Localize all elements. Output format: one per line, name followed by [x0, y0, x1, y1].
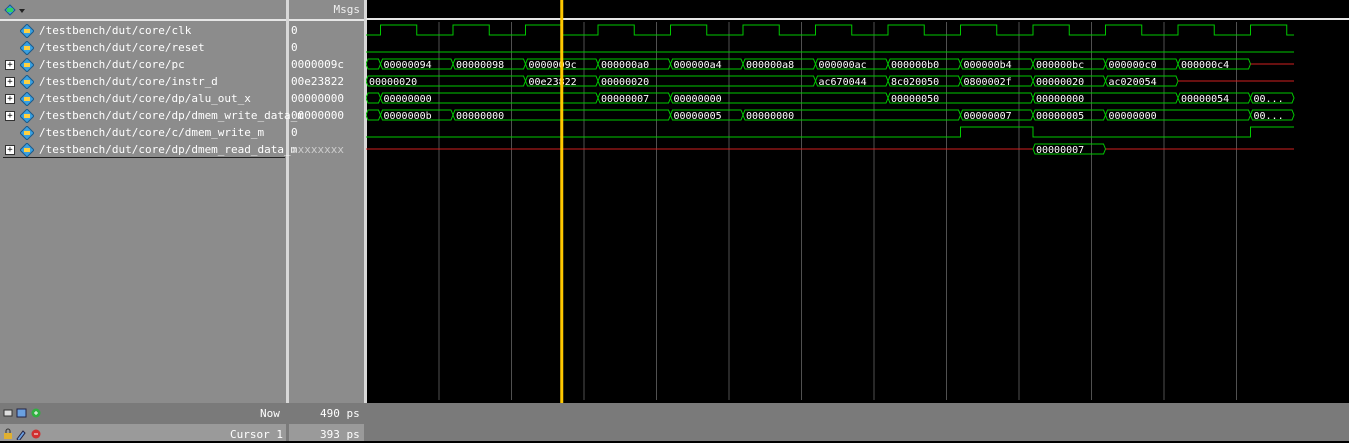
signal-row[interactable]: + /testbench/dut/core/pc: [0, 56, 286, 73]
pc-label: 000000b4: [964, 60, 1012, 71]
signal-value: 0: [291, 126, 298, 139]
value-pane-header: Msgs: [289, 0, 364, 21]
pc-label: 00000098: [456, 60, 504, 71]
now-value: 490 ps: [320, 407, 360, 420]
alu-out-x-segment: [366, 92, 382, 104]
expand-icon[interactable]: +: [5, 94, 15, 104]
instr-d-label: 00000020: [601, 77, 649, 88]
signal-name: /testbench/dut/core/c/dmem_write_m: [39, 126, 265, 139]
pc-label: 000000bc: [1036, 60, 1084, 71]
alu-out-x-label: 00000007: [601, 94, 649, 105]
dmem-write-data-m-label: 00000007: [964, 111, 1012, 122]
signal-name: /testbench/dut/core/reset: [39, 41, 205, 54]
signal-type-icon: [20, 126, 34, 140]
zoom-icon[interactable]: [3, 409, 13, 417]
expand-icon[interactable]: +: [5, 111, 15, 121]
signal-row[interactable]: /testbench/dut/core/reset: [0, 39, 286, 56]
signal-value: 0: [291, 24, 298, 37]
signal-name: /testbench/dut/core/dp/dmem_read_data_m: [39, 143, 298, 156]
dmem-write-data-m-label: 00000000: [456, 111, 504, 122]
pc-label: 000000ac: [819, 60, 867, 71]
dmem-write-data-m-label: 00000000: [1109, 111, 1157, 122]
pc-label: 00000094: [384, 60, 432, 71]
pane-divider-left[interactable]: [286, 0, 289, 441]
instr-d-label: 0800002f: [964, 77, 1012, 88]
signal-name: /testbench/dut/core/instr_d: [39, 75, 218, 88]
instr-d-label: ac670044: [819, 77, 867, 88]
signal-value: 0: [291, 41, 298, 54]
alu-out-x-label: 00000000: [1036, 94, 1084, 105]
dmem-write-data-m-label: 0000000b: [384, 111, 432, 122]
now-row-icons: [3, 407, 47, 422]
name-pane-header: [0, 0, 286, 21]
signal-row[interactable]: + /testbench/dut/core/dp/alu_out_x: [0, 90, 286, 107]
instr-d-label: 00000020: [1036, 77, 1084, 88]
signal-type-icon: [20, 58, 34, 72]
instr-d-label: 00e23822: [529, 77, 577, 88]
pc-label: 000000b0: [891, 60, 939, 71]
dmem-write-data-m-label: 00000005: [1036, 111, 1084, 122]
pc-label: 000000a8: [746, 60, 794, 71]
signal-row[interactable]: + /testbench/dut/core/dp/dmem_read_data_m: [0, 141, 297, 158]
signal-type-icon: [20, 75, 34, 89]
now-label: Now: [260, 407, 280, 420]
pc-label: 0000009c: [529, 60, 577, 71]
signal-value: xxxxxxxx: [291, 143, 344, 156]
add-icon[interactable]: [31, 408, 41, 418]
expand-icon[interactable]: +: [5, 77, 15, 87]
alu-out-x-label: 00000050: [891, 94, 939, 105]
instr-d-label: 00000020: [369, 77, 417, 88]
list-icon[interactable]: [16, 408, 27, 418]
dmem-write-m-wave: [366, 126, 1294, 138]
instr-d-label: 8c020050: [891, 77, 939, 88]
signal-name: /testbench/dut/core/clk: [39, 24, 192, 37]
signal-row[interactable]: /testbench/dut/core/c/dmem_write_m: [0, 124, 286, 141]
edit-cursor-icon[interactable]: [16, 430, 26, 442]
signal-value: 00e23822: [291, 75, 344, 88]
signal-value: 00000000: [291, 109, 344, 122]
clk-wave: [366, 24, 1294, 36]
signal-value: 0000009c: [291, 58, 344, 71]
pc-label: 000000a0: [601, 60, 649, 71]
alu-out-x-label: 00000000: [384, 94, 432, 105]
signal-value: 00000000: [291, 92, 344, 105]
expand-icon[interactable]: +: [5, 145, 15, 155]
dmem-read-data-m-label: 00000007: [1036, 145, 1084, 156]
signal-type-icon: [20, 143, 34, 157]
pc-label: 000000a4: [674, 60, 722, 71]
lock-icon[interactable]: [4, 428, 12, 439]
remove-cursor-icon[interactable]: [31, 429, 41, 439]
dmem-write-data-m-segment: [366, 109, 382, 121]
signal-type-icon: [20, 92, 34, 106]
expand-icon[interactable]: +: [5, 60, 15, 70]
signal-name: /testbench/dut/core/pc: [39, 58, 185, 71]
signal-type-icon: [20, 24, 34, 38]
dmem-write-data-m-label: 00000005: [674, 111, 722, 122]
signal-type-icon: [20, 41, 34, 55]
cursor-value[interactable]: 393 ps: [320, 428, 360, 441]
waveform-area[interactable]: 00000094 00000098 0000009c 000000a0 000000a4…: [366, 0, 1349, 441]
signal-type-icon: [20, 109, 34, 123]
msgs-header-label: Msgs: [333, 3, 361, 16]
alu-out-x-label: 00000054: [1181, 94, 1229, 105]
pc-label: 000000c0: [1109, 60, 1157, 71]
list-end-marker: [3, 157, 285, 158]
instr-d-label: ac020054: [1109, 77, 1157, 88]
pc-segment: [366, 58, 382, 70]
cursor-label[interactable]: Cursor 1: [230, 428, 283, 441]
signal-row[interactable]: + /testbench/dut/core/instr_d: [0, 73, 286, 90]
wave-toolbar-icon[interactable]: [4, 4, 26, 19]
signal-row[interactable]: + /testbench/dut/core/dp/dmem_write_data_…: [0, 107, 304, 124]
alu-out-x-label: 00...: [1254, 94, 1284, 105]
dmem-write-data-m-label: 00000000: [746, 111, 794, 122]
signal-row[interactable]: /testbench/dut/core/clk: [0, 22, 286, 39]
alu-out-x-label: 00000000: [674, 94, 722, 105]
signal-name: /testbench/dut/core/dp/dmem_write_data_m: [39, 109, 304, 122]
signal-name: /testbench/dut/core/dp/alu_out_x: [39, 92, 251, 105]
dmem-write-data-m-label: 00...: [1254, 111, 1284, 122]
pc-label: 000000c4: [1181, 60, 1229, 71]
